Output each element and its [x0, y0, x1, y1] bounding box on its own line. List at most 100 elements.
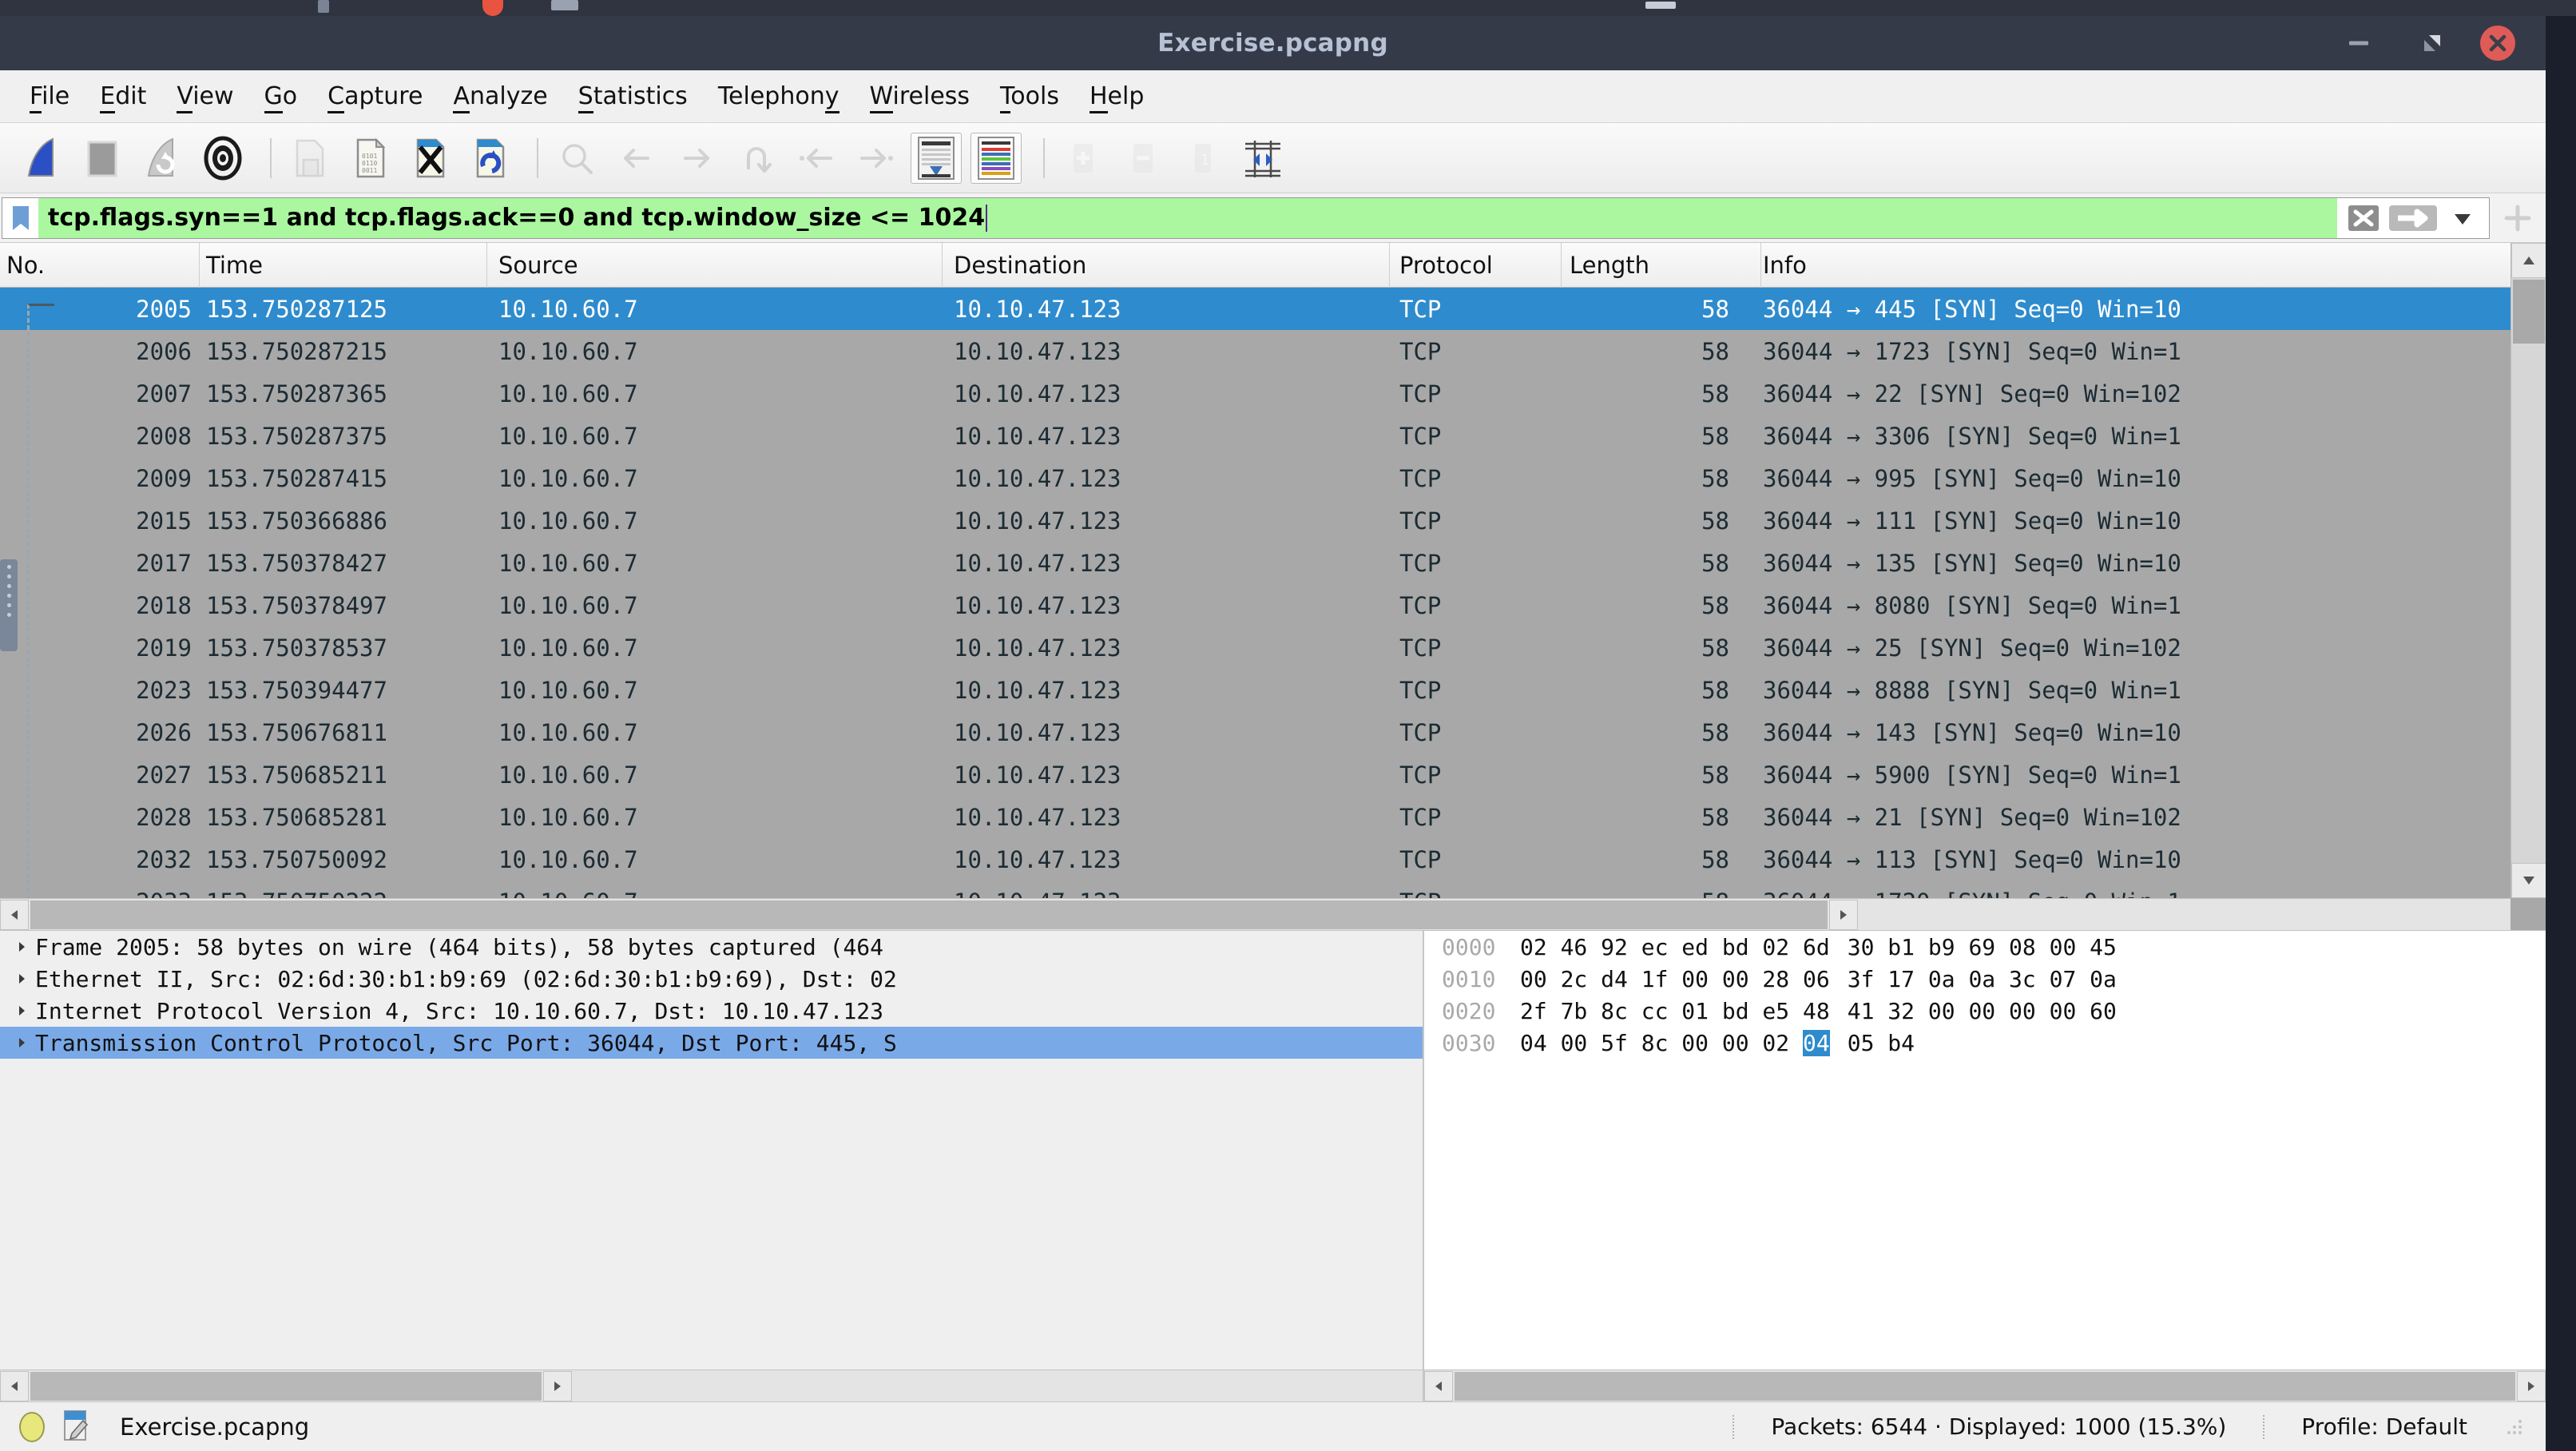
save-file-icon[interactable]: 0101 0110 0011 [344, 133, 395, 184]
maximize-button[interactable] [2423, 34, 2442, 53]
menu-go[interactable]: Go [249, 82, 313, 113]
close-button[interactable] [2480, 26, 2515, 61]
autoscroll-icon[interactable] [911, 132, 962, 184]
packet-details-pane[interactable]: Frame 2005: 58 bytes on wire (464 bits),… [0, 931, 1424, 1401]
add-filter-button[interactable] [2490, 199, 2546, 237]
details-horizontal-scrollbar[interactable] [0, 1370, 1423, 1401]
menu-statistics[interactable]: Statistics [563, 82, 703, 113]
menu-help[interactable]: Help [1074, 82, 1159, 113]
zoom-out-icon[interactable] [1117, 133, 1169, 184]
column-header-destination[interactable]: Destination [943, 243, 1390, 288]
menu-wireless[interactable]: Wireless [855, 82, 986, 113]
go-to-packet-icon[interactable] [731, 133, 782, 184]
find-packet-icon[interactable] [551, 133, 602, 184]
scrollbar-thumb-horizontal[interactable] [30, 900, 1828, 929]
packet-row[interactable]: 2005 153.750287125 10.10.60.7 10.10.47.123 T… [0, 288, 2546, 330]
packet-row[interactable]: 2027 153.750685211 10.10.60.7 10.10.47.123 T… [0, 753, 2546, 796]
column-header-length[interactable]: Length [1562, 243, 1761, 288]
column-header-no[interactable]: No. [0, 243, 200, 288]
resize-columns-icon[interactable] [1237, 133, 1288, 184]
detail-row[interactable]: Frame 2005: 58 bytes on wire (464 bits),… [0, 931, 1423, 963]
scroll-left-icon[interactable] [0, 899, 29, 930]
pane-drag-handle[interactable] [0, 559, 18, 651]
packet-row[interactable]: 2017 153.750378427 10.10.60.7 10.10.47.123 T… [0, 542, 2546, 584]
details-scroll-left-icon[interactable] [0, 1370, 29, 1401]
go-last-packet-icon[interactable] [851, 133, 902, 184]
packet-cell-info: 36044 → 3306 [SYN] Seq=0 Win=1 [1763, 422, 2181, 450]
packet-row[interactable]: 2023 153.750394477 10.10.60.7 10.10.47.123 T… [0, 669, 2546, 711]
menu-view[interactable]: View [161, 82, 248, 113]
hexdump-row[interactable]: 0010 00 2c d4 1f 00 00 28 06 3f 17 0a 0a 3… [1424, 963, 2546, 995]
filter-history-icon[interactable] [2446, 201, 2479, 235]
expand-triangle-icon[interactable] [8, 1036, 35, 1050]
bytes-scroll-left-icon[interactable] [1424, 1370, 1453, 1401]
details-scroll-right-icon[interactable] [543, 1370, 572, 1401]
scrollbar-thumb[interactable] [2513, 280, 2545, 344]
menu-file[interactable]: File [14, 82, 85, 113]
bytes-scrollbar-thumb[interactable] [1455, 1371, 2515, 1401]
details-scrollbar-thumb[interactable] [30, 1371, 542, 1401]
detail-row[interactable]: Transmission Control Protocol, Src Port:… [0, 1027, 1423, 1059]
go-first-packet-icon[interactable] [791, 133, 842, 184]
packet-bytes-pane[interactable]: 0000 02 46 92 ec ed bd 02 6d 30 b1 b9 69 0… [1424, 931, 2546, 1401]
menu-analyze[interactable]: Analyze [438, 82, 562, 113]
expand-triangle-icon[interactable] [8, 940, 35, 954]
packet-row[interactable]: 2015 153.750366886 10.10.60.7 10.10.47.123 T… [0, 499, 2546, 542]
close-file-icon[interactable] [404, 133, 455, 184]
go-back-icon[interactable] [611, 133, 662, 184]
hexdump-highlighted-byte[interactable]: 04 [1803, 1029, 1830, 1056]
scroll-right-icon[interactable] [1829, 899, 1858, 930]
expert-info-icon[interactable] [19, 1411, 45, 1442]
resize-grip-icon[interactable] [2504, 1417, 2525, 1437]
packet-row[interactable]: 2008 153.750287375 10.10.60.7 10.10.47.123 T… [0, 415, 2546, 457]
detail-row[interactable]: Ethernet II, Src: 02:6d:30:b1:b9:69 (02:… [0, 963, 1423, 995]
menu-tools[interactable]: Tools [985, 82, 1074, 113]
scroll-down-icon[interactable] [2511, 863, 2546, 898]
scroll-up-icon[interactable] [2511, 243, 2546, 278]
minimize-button[interactable] [2349, 41, 2368, 46]
bytes-horizontal-scrollbar[interactable] [1424, 1370, 2546, 1401]
packet-row[interactable]: 2026 153.750676811 10.10.60.7 10.10.47.123 T… [0, 711, 2546, 753]
column-header-info[interactable]: Info [1761, 243, 2546, 288]
menu-telephony[interactable]: Telephony [703, 82, 855, 113]
packet-list[interactable]: No. Time Source Destination Protocol Len… [0, 243, 2546, 930]
capture-file-comment-icon[interactable] [62, 1409, 91, 1445]
column-header-source[interactable]: Source [487, 243, 943, 288]
go-forward-icon[interactable] [671, 133, 722, 184]
packet-list-horizontal-scrollbar[interactable] [0, 898, 2511, 930]
zoom-reset-icon[interactable]: 1 [1177, 133, 1228, 184]
open-file-icon[interactable] [284, 133, 335, 184]
packet-cell-source: 10.10.60.7 [498, 845, 638, 873]
expand-triangle-icon[interactable] [8, 972, 35, 986]
status-profile[interactable]: Profile: Default [2301, 1413, 2467, 1440]
start-capture-icon[interactable] [18, 133, 69, 184]
packet-row[interactable]: 2018 153.750378497 10.10.60.7 10.10.47.123 T… [0, 584, 2546, 626]
packet-row[interactable]: 2019 153.750378537 10.10.60.7 10.10.47.123 T… [0, 626, 2546, 669]
display-filter-input[interactable]: tcp.flags.syn==1 and tcp.flags.ack==0 an… [38, 197, 2337, 239]
packet-list-vertical-scrollbar[interactable] [2511, 243, 2546, 898]
packet-row[interactable]: 2032 153.750750092 10.10.60.7 10.10.47.123 T… [0, 838, 2546, 881]
hexdump-row[interactable]: 0020 2f 7b 8c cc 01 bd e5 48 41 32 00 00 0… [1424, 995, 2546, 1027]
capture-options-icon[interactable] [197, 133, 248, 184]
zoom-in-icon[interactable] [1058, 133, 1109, 184]
stop-capture-icon[interactable] [77, 133, 129, 184]
bytes-scroll-right-icon[interactable] [2517, 1370, 2546, 1401]
packet-row[interactable]: 2006 153.750287215 10.10.60.7 10.10.47.123 T… [0, 330, 2546, 372]
hexdump-row[interactable]: 0000 02 46 92 ec ed bd 02 6d 30 b1 b9 69 0… [1424, 931, 2546, 963]
packet-row[interactable]: 2007 153.750287365 10.10.60.7 10.10.47.123 T… [0, 372, 2546, 415]
column-header-protocol[interactable]: Protocol [1390, 243, 1562, 288]
expand-triangle-icon[interactable] [8, 1004, 35, 1018]
reload-file-icon[interactable] [464, 133, 515, 184]
restart-capture-icon[interactable] [137, 133, 189, 184]
menu-edit[interactable]: Edit [85, 82, 161, 113]
packet-row[interactable]: 2028 153.750685281 10.10.60.7 10.10.47.123 T… [0, 796, 2546, 838]
packet-row[interactable]: 2009 153.750287415 10.10.60.7 10.10.47.123 T… [0, 457, 2546, 499]
bookmark-icon[interactable] [2, 197, 38, 239]
column-header-time[interactable]: Time [200, 243, 487, 288]
menu-capture[interactable]: Capture [312, 82, 438, 113]
apply-filter-icon[interactable] [2388, 201, 2438, 235]
clear-filter-icon[interactable] [2347, 201, 2380, 235]
colorize-icon[interactable] [970, 132, 1022, 184]
hexdump-row[interactable]: 0030 04 00 5f 8c 00 00 02 04 05 b4 [1424, 1027, 2546, 1059]
detail-row[interactable]: Internet Protocol Version 4, Src: 10.10.… [0, 995, 1423, 1027]
